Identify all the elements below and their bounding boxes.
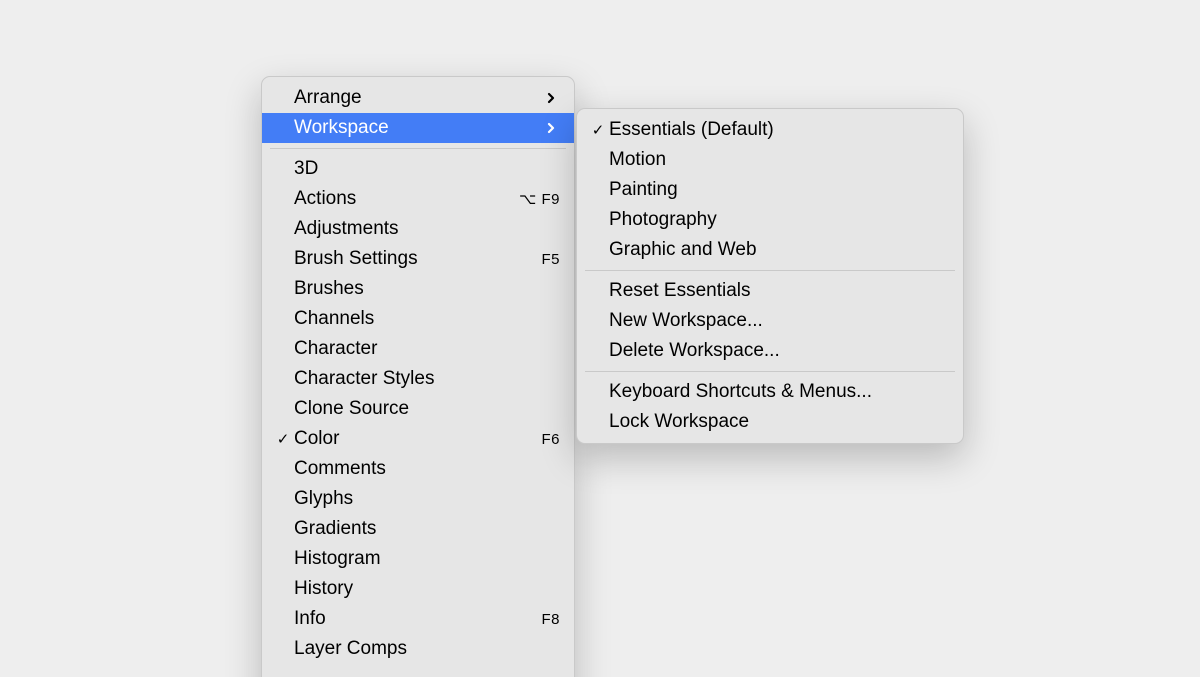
menu-item-label: Layer Comps bbox=[294, 638, 560, 660]
menu-item-layer-comps[interactable]: Layer Comps bbox=[262, 634, 574, 664]
menu-item-clone-source[interactable]: Clone Source bbox=[262, 394, 574, 424]
menu-item-history[interactable]: History bbox=[262, 574, 574, 604]
menu-item-shortcut: F5 bbox=[541, 251, 560, 268]
menu-item-brush-settings[interactable]: Brush SettingsF5 bbox=[262, 244, 574, 274]
menu-item-label: Graphic and Web bbox=[609, 239, 949, 261]
menu-item-character[interactable]: Character bbox=[262, 334, 574, 364]
menu-item-painting[interactable]: Painting bbox=[577, 175, 963, 205]
menu-item-essentials-default[interactable]: ✓Essentials (Default) bbox=[577, 115, 963, 145]
menu-item-label: Arrange bbox=[294, 87, 546, 109]
menu-item-label: Reset Essentials bbox=[609, 280, 949, 302]
menu-item-shortcut: F6 bbox=[541, 431, 560, 448]
menu-item-label: Workspace bbox=[294, 117, 546, 139]
menu-separator bbox=[270, 148, 566, 149]
menu-item-label: Info bbox=[294, 608, 541, 630]
menu-item-label: Actions bbox=[294, 188, 519, 210]
check-icon: ✓ bbox=[587, 121, 609, 139]
menu-item-shortcut: F8 bbox=[541, 611, 560, 628]
menu-item-photography[interactable]: Photography bbox=[577, 205, 963, 235]
menu-item-character-styles[interactable]: Character Styles bbox=[262, 364, 574, 394]
menu-item-motion[interactable]: Motion bbox=[577, 145, 963, 175]
menu-separator bbox=[585, 371, 955, 372]
menu-item-label: Essentials (Default) bbox=[609, 119, 949, 141]
menu-item-label: History bbox=[294, 578, 560, 600]
workspace-submenu: ✓Essentials (Default) Motion Painting Photo… bbox=[576, 108, 964, 444]
menu-item-label: Adjustments bbox=[294, 218, 560, 240]
menu-item-brushes[interactable]: Brushes bbox=[262, 274, 574, 304]
window-menu: Arrange Workspace 3D Actions⌥ F9 Adjustments… bbox=[261, 76, 575, 677]
menu-item-label: Lock Workspace bbox=[609, 411, 949, 433]
menu-item-actions[interactable]: Actions⌥ F9 bbox=[262, 184, 574, 214]
menu-item-label: Brushes bbox=[294, 278, 560, 300]
menu-item-color[interactable]: ✓ColorF6 bbox=[262, 424, 574, 454]
menu-item-label: Character bbox=[294, 338, 560, 360]
chevron-right-icon bbox=[546, 122, 560, 134]
menu-item-label: 3D bbox=[294, 158, 560, 180]
menu-item-label: Channels bbox=[294, 308, 560, 330]
menu-item-label: Painting bbox=[609, 179, 949, 201]
menu-separator bbox=[585, 270, 955, 271]
menu-item-arrange[interactable]: Arrange bbox=[262, 83, 574, 113]
menu-item-label: Gradients bbox=[294, 518, 560, 540]
menu-item-adjustments[interactable]: Adjustments bbox=[262, 214, 574, 244]
menu-item-reset-essentials[interactable]: Reset Essentials bbox=[577, 276, 963, 306]
menu-item-info[interactable]: InfoF8 bbox=[262, 604, 574, 634]
menu-item-histogram[interactable]: Histogram bbox=[262, 544, 574, 574]
menu-item-label: Delete Workspace... bbox=[609, 340, 949, 362]
menu-item-label: Brush Settings bbox=[294, 248, 541, 270]
menu-item-lock-workspace[interactable]: Lock Workspace bbox=[577, 407, 963, 437]
chevron-right-icon bbox=[546, 92, 560, 104]
check-icon: ✓ bbox=[272, 430, 294, 448]
menu-item-label: Keyboard Shortcuts & Menus... bbox=[609, 381, 949, 403]
menu-item-label: Character Styles bbox=[294, 368, 560, 390]
menu-item-keyboard-shortcuts-menus[interactable]: Keyboard Shortcuts & Menus... bbox=[577, 377, 963, 407]
menu-item-gradients[interactable]: Gradients bbox=[262, 514, 574, 544]
menu-item-channels[interactable]: Channels bbox=[262, 304, 574, 334]
menu-item-label: Glyphs bbox=[294, 488, 560, 510]
menu-item-label: Histogram bbox=[294, 548, 560, 570]
menu-item-graphic-and-web[interactable]: Graphic and Web bbox=[577, 235, 963, 265]
menu-item-shortcut: ⌥ F9 bbox=[519, 190, 560, 208]
menu-item-label: Comments bbox=[294, 458, 560, 480]
menu-item-label: New Workspace... bbox=[609, 310, 949, 332]
menu-item-glyphs[interactable]: Glyphs bbox=[262, 484, 574, 514]
menu-item-workspace[interactable]: Workspace bbox=[262, 113, 574, 143]
menu-item-label: Photography bbox=[609, 209, 949, 231]
menu-item-label: Motion bbox=[609, 149, 949, 171]
menu-item-label: Color bbox=[294, 428, 541, 450]
menu-item-delete-workspace[interactable]: Delete Workspace... bbox=[577, 336, 963, 366]
menu-item-comments[interactable]: Comments bbox=[262, 454, 574, 484]
menu-item-new-workspace[interactable]: New Workspace... bbox=[577, 306, 963, 336]
menu-item-label: Clone Source bbox=[294, 398, 560, 420]
menu-item-3d[interactable]: 3D bbox=[262, 154, 574, 184]
